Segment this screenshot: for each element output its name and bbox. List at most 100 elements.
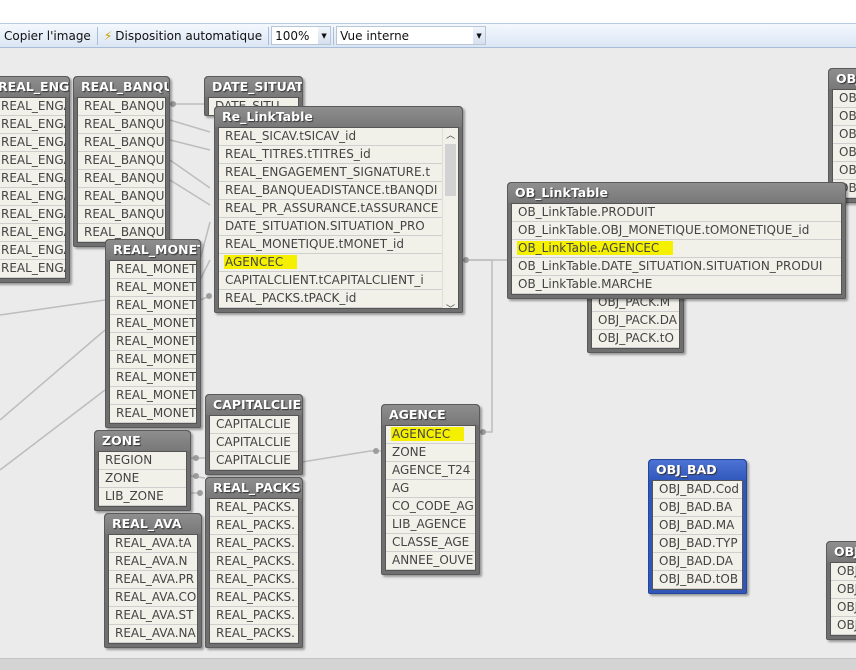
field-row[interactable]: REAL_TITRES.tTITRES_id bbox=[219, 146, 458, 164]
field-row[interactable]: REAL_ENGAG bbox=[0, 242, 65, 260]
table-title[interactable]: CAPITALCLIEN bbox=[206, 395, 302, 415]
field-row[interactable]: REAL_PACKS. bbox=[210, 625, 298, 643]
field-row[interactable]: REAL_ENGAG bbox=[0, 170, 65, 188]
field-row[interactable]: OBJ bbox=[831, 617, 856, 635]
field-row[interactable]: REAL_AVA.ST bbox=[109, 607, 197, 625]
field-row[interactable]: OB_LinkTable.AGENCEC bbox=[512, 240, 841, 258]
field-row[interactable]: CAPITALCLIE bbox=[210, 416, 298, 434]
field-row[interactable]: REAL_SICAV.tSICAV_id bbox=[219, 128, 458, 146]
field-row[interactable]: REAL_ENGAG bbox=[0, 116, 65, 134]
field-row[interactable]: OBJ bbox=[833, 90, 856, 108]
table-capitalclien[interactable]: CAPITALCLIEN CAPITALCLIE CAPITALCLIE CAPITA… bbox=[205, 394, 303, 475]
field-row[interactable]: OBJ bbox=[831, 563, 856, 581]
table-real-ava[interactable]: REAL_AVA REAL_AVA.tA REAL_AVA.N REAL_AVA.PR… bbox=[104, 513, 202, 648]
field-row[interactable]: REAL_BANQU bbox=[78, 116, 165, 134]
field-row[interactable]: REAL_PACKS. bbox=[210, 535, 298, 553]
field-row[interactable]: REAL_ENGAG bbox=[0, 260, 65, 278]
table-title[interactable]: OB_LinkTable bbox=[508, 183, 845, 203]
field-row[interactable]: REAL_ENGAG bbox=[0, 188, 65, 206]
table-obj-bad[interactable]: OBJ_BAD OBJ_BAD.Cod OBJ_BAD.BA OBJ_BAD.MA OB… bbox=[648, 459, 747, 594]
field-row[interactable]: OBJ_PACK.DA bbox=[592, 312, 679, 330]
table-title[interactable]: REAL_PACKS bbox=[206, 478, 302, 498]
table-real-engag[interactable]: REAL_ENGAG REAL_ENGAG REAL_ENGAG REAL_ENGAG… bbox=[0, 76, 70, 283]
table-re-linktable[interactable]: Re_LinkTable REAL_SICAV.tSICAV_id REAL_TIT… bbox=[214, 106, 463, 315]
table-title[interactable]: AGENCE bbox=[382, 405, 479, 425]
field-row[interactable]: REAL_MONET bbox=[110, 315, 196, 333]
table-title[interactable]: REAL_BANQU bbox=[74, 77, 169, 97]
field-row[interactable]: LIB_ZONE bbox=[99, 488, 186, 506]
field-row[interactable]: REAL_MONET bbox=[110, 387, 196, 405]
chevron-up-icon[interactable]: ︿ bbox=[443, 128, 458, 144]
table-title[interactable]: OBJ_ bbox=[829, 69, 856, 89]
field-row[interactable]: OBJ bbox=[831, 581, 856, 599]
field-row[interactable]: REAL_BANQU bbox=[78, 206, 165, 224]
field-row[interactable]: REAL_ENGAG bbox=[0, 134, 65, 152]
table-ob-linktable[interactable]: OB_LinkTable OB_LinkTable.PRODUIT OB_LinkT… bbox=[507, 182, 846, 299]
field-row[interactable]: REAL_MONET bbox=[110, 369, 196, 387]
field-row[interactable]: REAL_AVA.tA bbox=[109, 535, 197, 553]
field-row[interactable]: CO_CODE_AG bbox=[386, 498, 475, 516]
table-title[interactable]: REAL_MONETI bbox=[106, 240, 200, 260]
table-title[interactable]: ZONE bbox=[95, 431, 190, 451]
field-row[interactable]: REAL_PR_ASSURANCE.tASSURANCE bbox=[219, 200, 458, 218]
field-row[interactable]: REAL_MONET bbox=[110, 351, 196, 369]
field-row[interactable]: REAL_AVA.CO bbox=[109, 589, 197, 607]
field-row[interactable]: REAL_PACKS. bbox=[210, 553, 298, 571]
table-real-banqu[interactable]: REAL_BANQU REAL_BANQU REAL_BANQU REAL_BANQU… bbox=[73, 76, 170, 247]
vertical-scrollbar[interactable]: ︿ ﹀ bbox=[442, 128, 458, 315]
table-real-packs[interactable]: REAL_PACKS REAL_PACKS. REAL_PACKS. REAL_PAC… bbox=[205, 477, 303, 648]
field-row[interactable]: OBJ bbox=[833, 162, 856, 180]
field-row[interactable]: OBJ_BAD.DA bbox=[653, 553, 742, 571]
field-row[interactable]: ZONE bbox=[99, 470, 186, 488]
field-row[interactable]: REAL_ENGAG bbox=[0, 206, 65, 224]
field-row[interactable]: AGENCE_T24 bbox=[386, 462, 475, 480]
field-row[interactable]: OB_LinkTable.OBJ_MONETIQUE.tOMONETIQUE_i… bbox=[512, 222, 841, 240]
field-row[interactable]: OBJ bbox=[831, 599, 856, 617]
table-title[interactable]: REAL_AVA bbox=[105, 514, 201, 534]
table-zone[interactable]: ZONE REGION ZONE LIB_ZONE bbox=[94, 430, 191, 511]
horizontal-scrollbar[interactable] bbox=[0, 658, 856, 670]
field-row[interactable]: AGENCEC bbox=[219, 254, 458, 272]
table-title[interactable]: OBJ_ bbox=[827, 542, 856, 562]
field-row[interactable]: OBJ_BAD.tOB bbox=[653, 571, 742, 589]
field-row[interactable]: REAL_BANQU bbox=[78, 188, 165, 206]
field-row[interactable]: REAL_BANQUEADISTANCE.tBANQDI bbox=[219, 182, 458, 200]
field-row[interactable]: CLASSE_AGE bbox=[386, 534, 475, 552]
field-row[interactable]: REAL_BANQU bbox=[78, 170, 165, 188]
field-row[interactable]: CAPITALCLIENT.tCAPITALCLIENT_i bbox=[219, 272, 458, 290]
table-obj-[interactable]: OBJ_ OBJ OBJ OBJ OBJ bbox=[826, 541, 856, 640]
field-row[interactable]: REAL_PACKS. bbox=[210, 517, 298, 535]
field-row[interactable]: REAL_ENGAG bbox=[0, 98, 65, 116]
field-row[interactable]: OBJ_BAD.Cod bbox=[653, 481, 742, 499]
field-row[interactable]: REAL_BANQU bbox=[78, 98, 165, 116]
field-row[interactable]: REAL_MONET bbox=[110, 279, 196, 297]
field-row[interactable]: REGION bbox=[99, 452, 186, 470]
table-title[interactable]: REAL_ENGAG bbox=[0, 77, 69, 97]
table-real-moneti[interactable]: REAL_MONETIREAL_MONETREAL_MONETREAL_MONE… bbox=[105, 239, 201, 428]
field-row[interactable]: REAL_BANQU bbox=[78, 152, 165, 170]
field-row[interactable]: OBJ_BAD.TYP bbox=[653, 535, 742, 553]
field-row[interactable]: OB_LinkTable.DATE_SITUATION.SITUATION_PR… bbox=[512, 258, 841, 276]
table-title[interactable]: OBJ_BAD bbox=[649, 460, 746, 480]
field-row[interactable]: CAPITALCLIE bbox=[210, 434, 298, 452]
field-row[interactable]: REAL_MONETIQUE.tMONET_id bbox=[219, 236, 458, 254]
field-row[interactable]: OBJ bbox=[833, 108, 856, 126]
chevron-down-icon[interactable]: ﹀ bbox=[443, 302, 458, 318]
field-row[interactable]: OB_LinkTable.PRODUIT bbox=[512, 204, 841, 222]
field-row[interactable]: REAL_PACKS. bbox=[210, 571, 298, 589]
field-row[interactable]: REAL_PACKS. bbox=[210, 589, 298, 607]
table-title[interactable]: DATE_SITUATI bbox=[205, 77, 302, 97]
field-row[interactable]: AG bbox=[386, 480, 475, 498]
field-row[interactable]: REAL_PACKS. bbox=[210, 607, 298, 625]
table-obj-pack[interactable]: OBJ_PACK.M OBJ_PACK.DA OBJ_PACK.tO bbox=[587, 292, 684, 353]
field-row[interactable]: REAL_PACKS. bbox=[210, 499, 298, 517]
field-row[interactable]: REAL_PACKS.tPACK_id bbox=[219, 290, 458, 308]
field-row[interactable]: REAL_MONET bbox=[110, 333, 196, 351]
scroll-thumb[interactable] bbox=[445, 144, 456, 196]
field-row[interactable]: OBJ_PACK.tO bbox=[592, 330, 679, 348]
field-row[interactable]: AGENCEC bbox=[386, 426, 475, 444]
field-row[interactable]: REAL_MONET bbox=[110, 405, 196, 423]
table-agence[interactable]: AGENCE AGENCEC ZONE AGENCE_T24 AG CO_CODE_AG L… bbox=[381, 404, 480, 575]
field-row[interactable]: OBJ_BAD.MA bbox=[653, 517, 742, 535]
field-row[interactable]: REAL_AVA.N bbox=[109, 553, 197, 571]
